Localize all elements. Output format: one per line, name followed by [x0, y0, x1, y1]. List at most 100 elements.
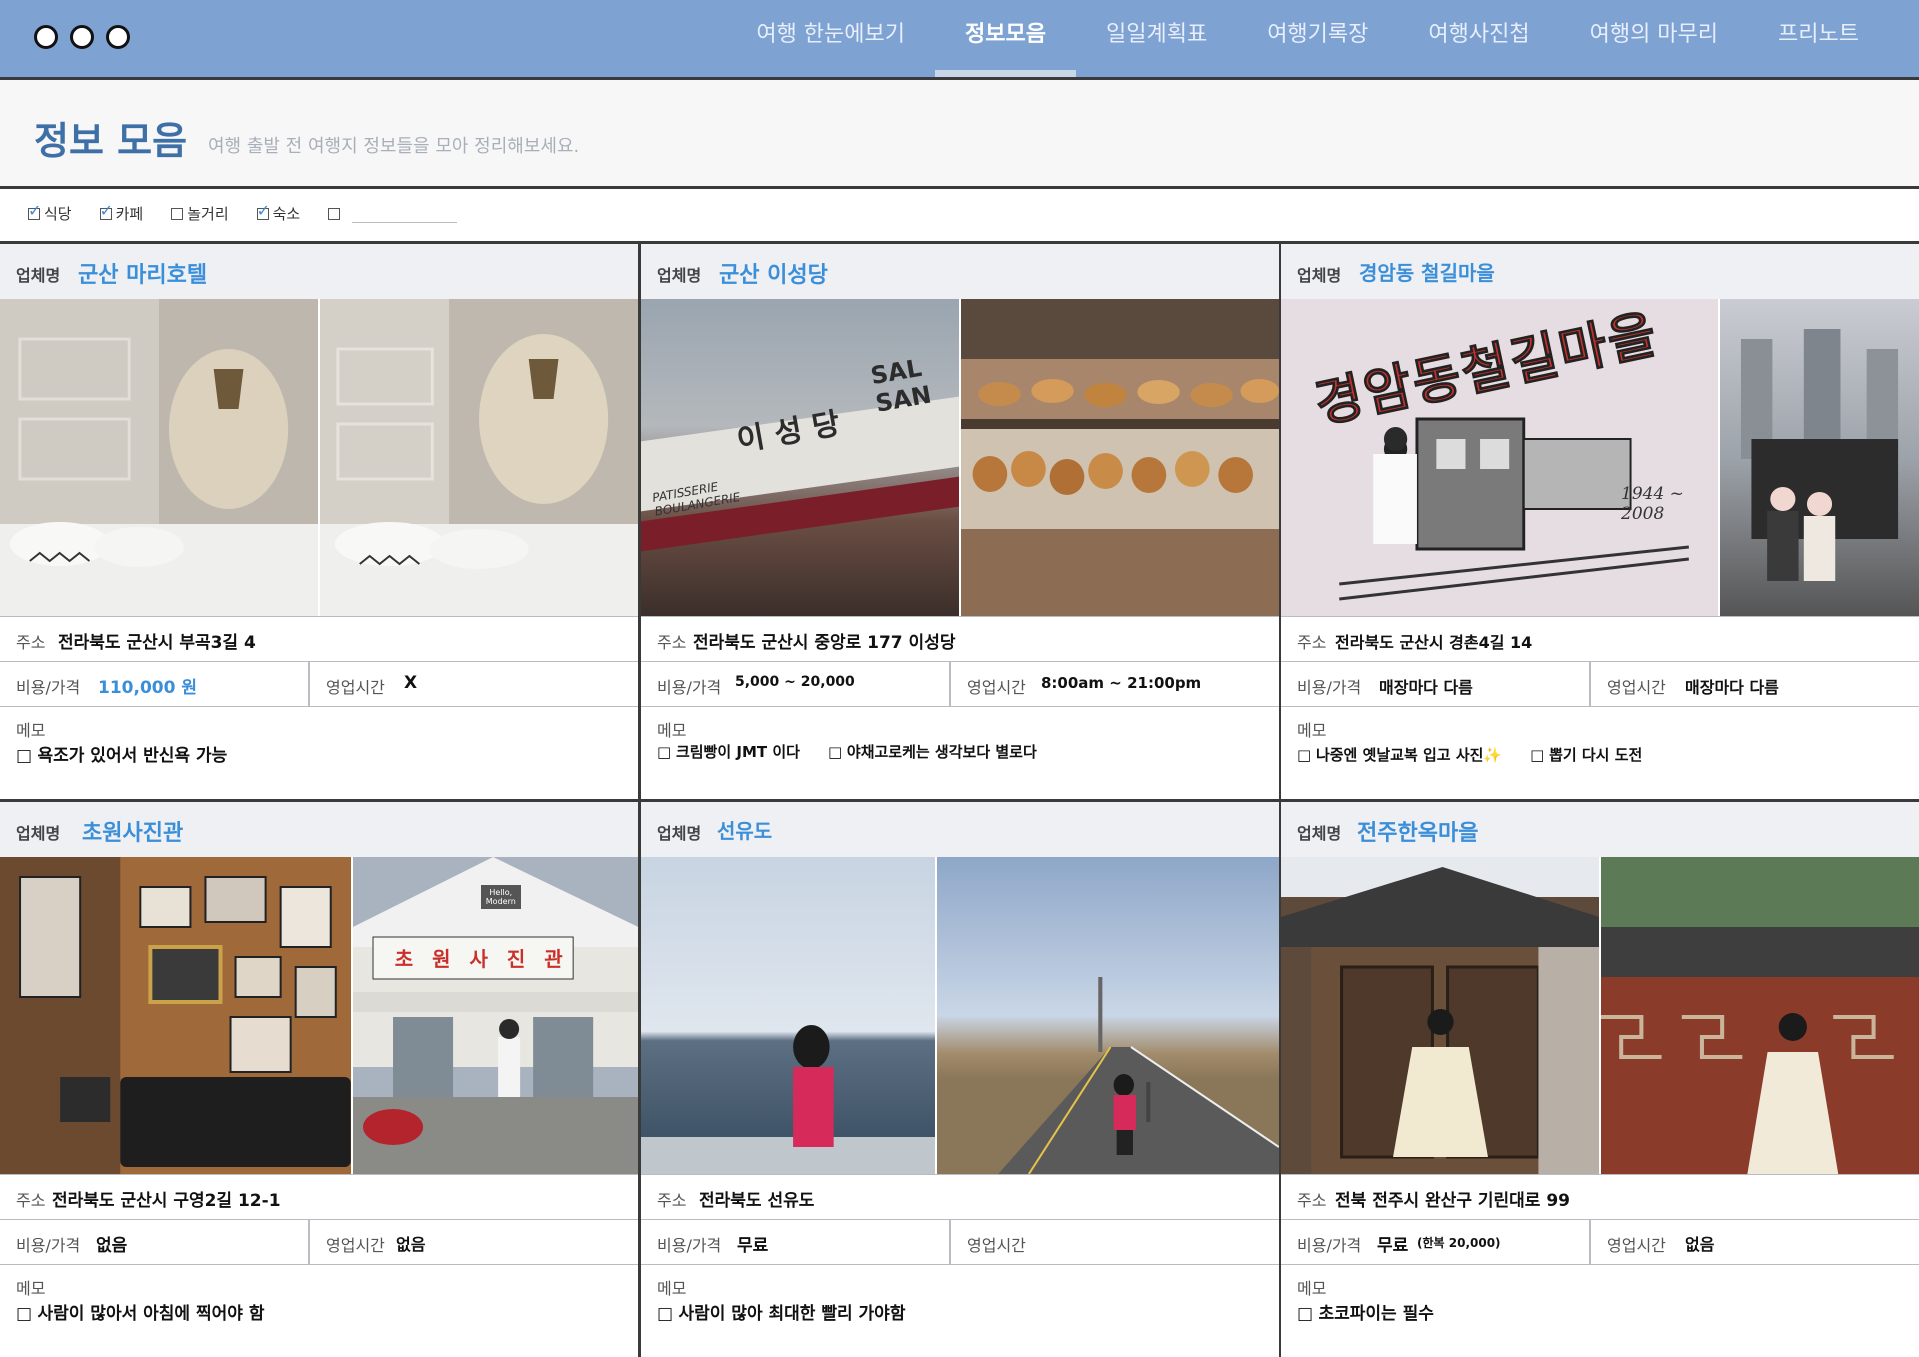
- name-row: 업체명 전주한옥마을: [1281, 802, 1919, 857]
- hours-label: 영업시간: [326, 678, 385, 697]
- checkbox-icon[interactable]: [256, 201, 270, 220]
- hours-value[interactable]: 없음: [396, 1231, 425, 1255]
- business-name[interactable]: 군산 마리호텔: [78, 257, 207, 289]
- cost-row: 비용/가격 무료 (한복 20,000) 영업시간 없음: [1281, 1219, 1919, 1264]
- memo-item[interactable]: 크림빵이 JMT 이다: [657, 741, 800, 762]
- business-name[interactable]: 군산 이성당: [719, 257, 828, 289]
- place-card: 업체명 경암동 철길마을 경암동철길마을 1944 ~ 2008 주소 전라북도…: [1281, 244, 1919, 799]
- filter-lodging[interactable]: 숙소: [256, 201, 300, 224]
- hanok-wall-photo[interactable]: [1599, 857, 1919, 1174]
- name-row: 업체명 초원사진관: [0, 802, 638, 857]
- hours-label: 영업시간: [1607, 678, 1666, 697]
- divider: [1589, 662, 1591, 706]
- divider: [308, 1220, 310, 1264]
- address-value[interactable]: 전라북도 군산시 구영2길 12-1: [52, 1186, 281, 1211]
- cost-value[interactable]: 무료: [737, 1231, 768, 1256]
- tab-wrap-up[interactable]: 여행의 마무리: [1560, 0, 1748, 77]
- checkbox-icon[interactable]: [28, 201, 41, 220]
- address-row: 주소 전라북도 군산시 구영2길 12-1: [0, 1174, 638, 1219]
- custom-filter-line[interactable]: [352, 222, 458, 223]
- memo-item[interactable]: 사람이 많아 최대한 빨리 가야함: [657, 1299, 905, 1324]
- memo-item[interactable]: 나중엔 옛날교복 입고 사진✨: [1297, 744, 1502, 765]
- cost-value[interactable]: 없음: [96, 1231, 127, 1256]
- railway-mural-photo[interactable]: 경암동철길마을 1944 ~ 2008: [1281, 299, 1718, 616]
- photo-studio-exterior-photo[interactable]: 초 원 사 진 관 Hello, Modern: [350, 857, 638, 1174]
- top-nav-bar: 여행 한눈에보기 정보모음 일일계획표 여행기록장 여행사진첩 여행의 마무리 …: [0, 0, 1919, 80]
- window-control-2[interactable]: [70, 25, 94, 49]
- bread-display-photo[interactable]: [959, 299, 1279, 616]
- tab-photo-album[interactable]: 여행사진첩: [1398, 0, 1559, 77]
- name-row: 업체명 경암동 철길마을: [1281, 244, 1919, 299]
- memo-item[interactable]: 초코파이는 필수: [1297, 1299, 1433, 1324]
- business-name[interactable]: 초원사진관: [82, 815, 183, 847]
- tab-overview[interactable]: 여행 한눈에보기: [726, 0, 935, 77]
- filter-label: 식당: [44, 205, 72, 223]
- address-row: 주소 전라북도 선유도: [641, 1174, 1279, 1219]
- memo-row: 메모 초코파이는 필수: [1281, 1264, 1919, 1357]
- checkbox-icon[interactable]: [171, 207, 184, 220]
- tab-info[interactable]: 정보모음: [935, 0, 1076, 77]
- address-row: 주소 전라북도 군산시 부곡3길 4: [0, 616, 638, 661]
- hours-label: 영업시간: [967, 1236, 1026, 1255]
- memo-item[interactable]: 욕조가 있어서 반신욕 가능: [16, 741, 227, 766]
- hours-value[interactable]: X: [404, 673, 417, 693]
- hours-value[interactable]: 매장마다 다름: [1685, 674, 1779, 698]
- sea-view-photo[interactable]: [641, 857, 936, 1174]
- hours-label: 영업시간: [326, 1236, 385, 1255]
- business-name[interactable]: 경암동 철길마을: [1359, 257, 1495, 286]
- hours-value[interactable]: 8:00am ~ 21:00pm: [1041, 674, 1201, 692]
- cost-label: 비용/가격: [16, 1236, 81, 1255]
- window-control-1[interactable]: [34, 25, 58, 49]
- checkbox-icon[interactable]: [99, 201, 113, 220]
- cost-value[interactable]: 5,000 ~ 20,000: [735, 674, 855, 690]
- memo-item[interactable]: 사람이 많아서 아침에 찍어야 함: [16, 1299, 264, 1324]
- memo-row: 메모 크림빵이 JMT 이다 야채고로케는 생각보다 별로다: [641, 706, 1279, 799]
- cost-row: 비용/가격 무료 영업시간: [641, 1219, 1279, 1264]
- address-label: 주소: [657, 1191, 687, 1210]
- name-row: 업체명 군산 이성당: [641, 244, 1279, 299]
- memo-item[interactable]: 뽑기 다시 도전: [1530, 744, 1642, 765]
- address-value[interactable]: 전라북도 군산시 부곡3길 4: [58, 628, 256, 653]
- bakery-storefront-photo[interactable]: 이 성 당 SAL SAN PATISSERIE BOULANGERIE: [641, 299, 959, 616]
- filter-activity[interactable]: 놀거리: [171, 203, 229, 224]
- seaside-road-photo[interactable]: [935, 857, 1279, 1174]
- address-row: 주소 전라북도 군산시 경촌4길 14: [1281, 616, 1919, 661]
- name-row: 업체명 군산 마리호텔: [0, 244, 638, 299]
- memo-row: 메모 사람이 많아 최대한 빨리 가야함: [641, 1264, 1279, 1357]
- filter-restaurant[interactable]: 식당: [28, 201, 72, 224]
- address-value[interactable]: 전라북도 군산시 중앙로 177 이성당: [693, 628, 955, 653]
- cost-row: 비용/가격 없음 영업시간 없음: [0, 1219, 638, 1264]
- business-name[interactable]: 선유도: [717, 815, 772, 844]
- tab-free-note[interactable]: 프리노트: [1748, 0, 1889, 77]
- tab-travel-log[interactable]: 여행기록장: [1237, 0, 1398, 77]
- railway-village-photo[interactable]: [1717, 299, 1919, 616]
- filter-cafe[interactable]: 카페: [99, 201, 143, 224]
- cost-value[interactable]: 무료: [1377, 1231, 1408, 1256]
- address-value[interactable]: 전라북도 선유도: [699, 1186, 814, 1211]
- cost-value[interactable]: 110,000 원: [98, 673, 197, 698]
- cost-note[interactable]: (한복 20,000): [1417, 1234, 1501, 1251]
- cost-value[interactable]: 매장마다 다름: [1379, 674, 1473, 698]
- memo-label: 메모: [657, 1279, 687, 1298]
- hanok-gate-photo[interactable]: [1281, 857, 1599, 1174]
- address-value[interactable]: 전라북도 군산시 경촌4길 14: [1335, 629, 1532, 653]
- photo-studio-interior-photo[interactable]: [0, 857, 351, 1174]
- memo-label: 메모: [1297, 1279, 1327, 1298]
- hours-value[interactable]: 없음: [1685, 1231, 1714, 1255]
- divider: [949, 662, 951, 706]
- filter-custom[interactable]: [328, 207, 344, 220]
- nav-tabs: 여행 한눈에보기 정보모음 일일계획표 여행기록장 여행사진첩 여행의 마무리 …: [726, 0, 1889, 77]
- memo-row: 메모 욕조가 있어서 반신욕 가능: [0, 706, 638, 799]
- memo-item[interactable]: 야채고로케는 생각보다 별로다: [828, 741, 1037, 762]
- hotel-room-photo[interactable]: [318, 299, 638, 616]
- business-name[interactable]: 전주한옥마을: [1357, 815, 1478, 847]
- photo-strip: [0, 299, 638, 616]
- tab-daily-plan[interactable]: 일일계획표: [1076, 0, 1237, 77]
- name-label: 업체명: [1297, 266, 1342, 285]
- cost-row: 비용/가격 5,000 ~ 20,000 영업시간 8:00am ~ 21:00…: [641, 661, 1279, 706]
- address-value[interactable]: 전북 전주시 완산구 기린대로 99: [1335, 1186, 1570, 1211]
- hotel-room-photo[interactable]: [0, 299, 318, 616]
- window-control-3[interactable]: [106, 25, 130, 49]
- name-label: 업체명: [16, 266, 61, 285]
- checkbox-icon[interactable]: [328, 207, 341, 220]
